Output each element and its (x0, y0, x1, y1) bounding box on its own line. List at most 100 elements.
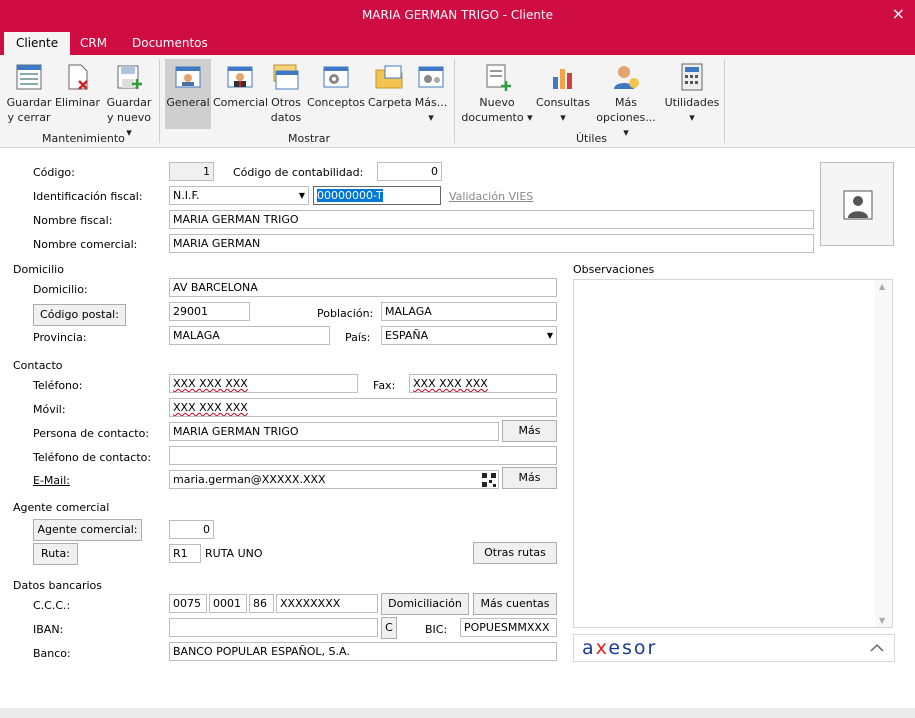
mas-mostrar-button[interactable]: Más... ▾ (413, 61, 449, 125)
iban-field[interactable] (169, 618, 378, 637)
telefono-contacto-field[interactable] (169, 446, 557, 465)
pais-select[interactable]: ESPAÑA ▼ (381, 326, 557, 345)
carpeta-button[interactable]: Carpeta (368, 61, 412, 110)
title-bar: MARIA GERMAN TRIGO - Cliente × (0, 0, 915, 30)
tab-crm[interactable]: CRM (80, 32, 107, 55)
mas-icon (418, 66, 444, 88)
tab-cliente[interactable]: Cliente (4, 32, 71, 55)
idfiscal-type-select[interactable]: N.I.F. ▼ (169, 186, 309, 205)
ribbon-separator (724, 59, 725, 143)
mas-opciones-button[interactable]: Más opciones... ▾ (594, 61, 658, 140)
qr-code-icon[interactable] (482, 473, 496, 487)
email-link[interactable]: E-Mail: (33, 474, 70, 487)
observaciones-label: Observaciones (573, 263, 655, 276)
scrollbar[interactable]: ▲ ▼ (875, 280, 892, 627)
ribbon-separator (454, 59, 455, 143)
idfiscal-field[interactable]: 00000000-T (313, 186, 441, 205)
domicilio-field[interactable]: AV BARCELONA (169, 278, 557, 297)
close-icon[interactable]: × (892, 0, 905, 28)
otras-rutas-button[interactable]: Otras rutas (473, 542, 557, 564)
mas-email-button[interactable]: Más (502, 467, 557, 489)
comercial-icon (227, 66, 253, 88)
utilidades-button[interactable]: Utilidades ▾ (664, 61, 720, 125)
axesor-panel[interactable]: axesor (573, 634, 895, 662)
observaciones-textarea[interactable]: ▲ ▼ (573, 279, 893, 628)
bottom-bar (0, 708, 915, 718)
domicilio-label: Domicilio: (33, 283, 88, 296)
scroll-up-icon[interactable]: ▲ (879, 282, 885, 291)
scroll-down-icon[interactable]: ▼ (879, 616, 885, 625)
codigo-postal-field[interactable]: 29001 (169, 302, 250, 321)
ccc-dc-field[interactable]: 86 (249, 594, 274, 613)
pais-label: País: (345, 331, 371, 344)
persona-contacto-label: Persona de contacto: (33, 427, 150, 440)
photo-frame[interactable] (820, 162, 894, 246)
consultas-button[interactable]: Consultas ▾ (536, 61, 590, 125)
persona-contacto-field[interactable]: MARIA GERMAN TRIGO (169, 422, 499, 441)
delete-button[interactable]: Eliminar (55, 61, 100, 110)
banco-label: Banco: (33, 647, 71, 660)
new-document-icon (486, 64, 511, 91)
mas-contacto-button[interactable]: Más (502, 420, 557, 442)
email-field[interactable]: maria.german@XXXXX.XXX (169, 470, 499, 489)
fax-field[interactable]: XXX XXX XXX (409, 374, 557, 393)
mas-cuentas-button[interactable]: Más cuentas (473, 593, 557, 615)
save-close-button[interactable]: Guardar y cerrar (6, 61, 52, 125)
banco-field[interactable]: BANCO POPULAR ESPAÑOL, S.A. (169, 642, 557, 661)
users-icon (614, 66, 639, 89)
codigo-contab-label: Código de contabilidad: (233, 166, 364, 179)
iban-label: IBAN: (33, 623, 64, 636)
ribbon: Guardar y cerrar Eliminar Guardar y nuev… (0, 55, 915, 148)
movil-label: Móvil: (33, 403, 66, 416)
poblacion-field[interactable]: MALAGA (381, 302, 557, 321)
conceptos-button[interactable]: Conceptos (307, 61, 365, 110)
movil-field[interactable]: XXX XXX XXX (169, 398, 557, 417)
ruta-code-field[interactable]: R1 (169, 544, 201, 563)
ccc-cuenta-field[interactable]: XXXXXXXX (276, 594, 378, 613)
codigo-contab-field[interactable]: 0 (377, 162, 442, 181)
bic-field[interactable]: POPUESMMXXX (460, 618, 557, 637)
agente-field[interactable]: 0 (169, 520, 214, 539)
folder-icon (375, 65, 403, 89)
nombre-comercial-field[interactable]: MARIA GERMAN (169, 234, 814, 253)
idfiscal-label: Identificación fiscal: (33, 190, 143, 203)
chevron-down-icon: ▼ (546, 331, 553, 340)
telefono-field[interactable]: XXX XXX XXX (169, 374, 358, 393)
agente-comercial-button[interactable]: Agente comercial: (33, 519, 142, 541)
window-title: MARIA GERMAN TRIGO - Cliente (361, 8, 554, 22)
validacion-vies-link[interactable]: Validación VIES (449, 190, 533, 203)
bic-label: BIC: (425, 623, 448, 636)
save-close-icon (16, 64, 42, 90)
conceptos-icon (323, 66, 349, 88)
ccc-entidad-field[interactable]: 0075 (169, 594, 207, 613)
save-new-button[interactable]: Guardar y nuevo ▾ (104, 61, 154, 140)
provincia-label: Provincia: (33, 331, 87, 344)
save-new-icon (117, 65, 142, 89)
chart-icon (553, 69, 572, 89)
telefono-label: Teléfono: (33, 379, 83, 392)
nombre-fiscal-field[interactable]: MARIA GERMAN TRIGO (169, 210, 814, 229)
calculator-icon (681, 63, 703, 91)
codigo-field[interactable]: 1 (169, 162, 214, 181)
nombre-fiscal-label: Nombre fiscal: (33, 214, 113, 227)
ruta-button[interactable]: Ruta: (33, 543, 78, 565)
iban-calc-button[interactable]: C (381, 617, 397, 639)
fax-label: Fax: (373, 379, 396, 392)
delete-icon (68, 64, 88, 90)
codigo-postal-button[interactable]: Código postal: (33, 304, 126, 326)
otros-datos-button[interactable]: Otros datos (268, 61, 304, 125)
provincia-field[interactable]: MALAGA (169, 326, 330, 345)
domicilio-section: Domicilio (13, 263, 64, 276)
tab-documentos[interactable]: Documentos (132, 32, 208, 55)
comercial-button[interactable]: Comercial (213, 61, 268, 110)
bancos-section: Datos bancarios (13, 579, 103, 592)
group-mostrar: Mostrar (288, 132, 331, 145)
contacto-section: Contacto (13, 359, 63, 372)
chevron-up-icon[interactable] (870, 643, 884, 653)
general-button[interactable]: General (165, 59, 211, 129)
nuevo-documento-button[interactable]: Nuevo documento ▾ (460, 61, 534, 125)
domiciliacion-button[interactable]: Domiciliación (381, 593, 469, 615)
general-icon (175, 66, 201, 88)
ruta-name: RUTA UNO (205, 547, 263, 560)
ccc-oficina-field[interactable]: 0001 (209, 594, 247, 613)
